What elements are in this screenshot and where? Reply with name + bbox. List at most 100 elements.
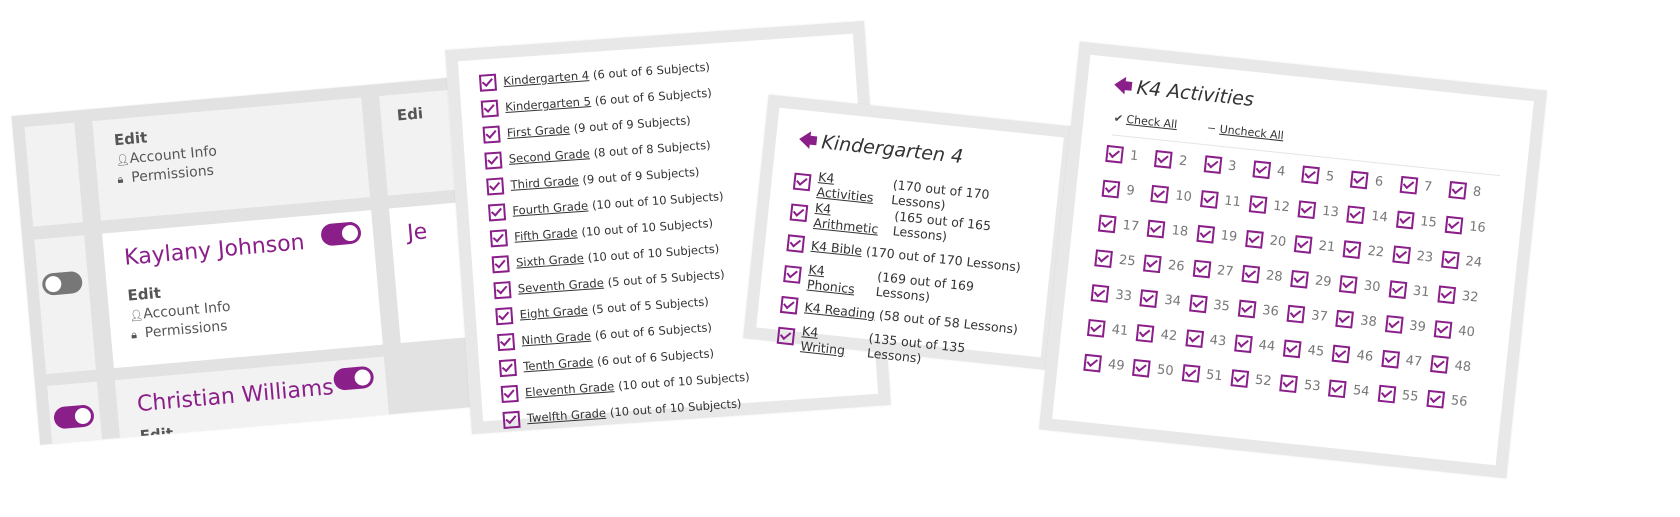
lesson-checkbox[interactable]	[1429, 355, 1449, 374]
checkbox[interactable]	[776, 326, 796, 346]
lesson-checkbox[interactable]	[1244, 229, 1264, 249]
user-name[interactable]: Kaylany Johnson	[123, 226, 354, 271]
lesson-checkbox[interactable]	[1286, 304, 1306, 324]
lesson-checkbox[interactable]	[1388, 280, 1407, 299]
lesson-checkbox[interactable]	[1395, 210, 1415, 230]
checkbox[interactable]	[489, 228, 508, 247]
back-arrow-icon[interactable]: 🡄	[1112, 74, 1134, 98]
lesson-checkbox[interactable]	[1132, 358, 1151, 378]
item-link[interactable]: K4 Bible	[810, 238, 863, 258]
checkbox[interactable]	[500, 384, 519, 403]
item-link[interactable]: Sixth Grade	[516, 251, 585, 270]
lesson-checkbox[interactable]	[1448, 180, 1467, 200]
checkbox[interactable]	[502, 410, 521, 429]
back-arrow-icon[interactable]: 🡄	[797, 129, 819, 153]
lesson-checkbox[interactable]	[1184, 329, 1204, 348]
item-link[interactable]: Twelfth Grade	[526, 406, 606, 425]
lesson-checkbox[interactable]	[1090, 284, 1110, 303]
item-link[interactable]: Fifth Grade	[514, 225, 578, 243]
checkbox[interactable]	[480, 99, 499, 118]
lesson-checkbox[interactable]	[1384, 315, 1404, 334]
item-link[interactable]: Tenth Grade	[523, 355, 594, 374]
lesson-checkbox[interactable]	[1391, 245, 1411, 265]
item-link[interactable]: K4 Writing	[800, 323, 866, 359]
checkbox[interactable]	[491, 254, 510, 273]
lesson-checkbox[interactable]	[1444, 215, 1464, 235]
lesson-checkbox[interactable]	[1230, 369, 1249, 388]
lesson-checkbox[interactable]	[1297, 200, 1317, 220]
lesson-checkbox[interactable]	[1139, 289, 1159, 308]
lesson-checkbox[interactable]	[1143, 254, 1162, 274]
lesson-checkbox[interactable]	[1241, 264, 1260, 284]
uncheck-all-button[interactable]: − Uncheck All	[1206, 121, 1284, 142]
checkbox[interactable]	[486, 176, 505, 196]
checkbox[interactable]	[478, 73, 497, 92]
lesson-checkbox[interactable]	[1094, 249, 1113, 269]
lesson-checkbox[interactable]	[1399, 175, 1418, 195]
lesson-checkbox[interactable]	[1350, 170, 1369, 190]
checkbox[interactable]	[487, 202, 507, 221]
lesson-checkbox[interactable]	[1154, 150, 1173, 169]
lesson-checkbox[interactable]	[1146, 219, 1166, 239]
lesson-checkbox[interactable]	[1346, 205, 1366, 225]
checkbox[interactable]	[779, 295, 799, 315]
lesson-checkbox[interactable]	[1135, 324, 1155, 343]
lesson-checkbox[interactable]	[1181, 364, 1200, 383]
lesson-checkbox[interactable]	[1192, 259, 1211, 279]
lesson-checkbox[interactable]	[1433, 320, 1453, 339]
checkbox[interactable]	[493, 280, 512, 299]
lesson-checkbox[interactable]	[1101, 179, 1121, 199]
lesson-checkbox[interactable]	[1380, 349, 1400, 369]
lesson-checkbox[interactable]	[1195, 224, 1215, 244]
lesson-checkbox[interactable]	[1097, 214, 1117, 234]
item-link[interactable]: Eleventh Grade	[525, 379, 615, 399]
checkbox[interactable]	[496, 332, 516, 351]
item-link[interactable]: Second Grade	[508, 146, 590, 166]
lesson-checkbox[interactable]	[1339, 275, 1358, 294]
lesson-checkbox[interactable]	[1282, 339, 1302, 359]
lesson-checkbox[interactable]	[1437, 285, 1456, 305]
lesson-checkbox[interactable]	[1290, 269, 1309, 289]
lesson-checkbox[interactable]	[1150, 184, 1170, 204]
lesson-checkbox[interactable]	[1440, 250, 1460, 270]
lesson-checkbox[interactable]	[1377, 384, 1396, 404]
checkbox[interactable]	[783, 265, 802, 284]
lesson-checkbox[interactable]	[1203, 155, 1222, 174]
lesson-checkbox[interactable]	[1233, 334, 1253, 354]
user-active-toggle[interactable]	[320, 221, 362, 247]
checkbox[interactable]	[786, 234, 806, 253]
lesson-checkbox[interactable]	[1279, 374, 1298, 394]
checkbox[interactable]	[482, 125, 501, 144]
lesson-checkbox[interactable]	[1237, 299, 1257, 319]
item-link[interactable]: Ninth Grade	[521, 329, 591, 348]
lesson-checkbox[interactable]	[1342, 240, 1362, 259]
checkbox[interactable]	[495, 306, 514, 325]
item-link[interactable]: Fourth Grade	[512, 199, 589, 218]
checkbox[interactable]	[484, 150, 503, 170]
user-active-toggle[interactable]	[332, 365, 375, 391]
lesson-checkbox[interactable]	[1293, 235, 1313, 254]
checkbox[interactable]	[789, 203, 809, 223]
item-link[interactable]: Kindergarten 5	[505, 94, 592, 114]
user-toggle[interactable]	[53, 404, 95, 430]
check-all-button[interactable]: ✔ Check All	[1113, 112, 1178, 132]
user-toggle[interactable]	[41, 270, 84, 297]
lesson-checkbox[interactable]	[1335, 309, 1355, 329]
item-link[interactable]: Kindergarten 4	[503, 68, 590, 88]
item-link[interactable]: Seventh Grade	[517, 276, 604, 296]
lesson-checkbox[interactable]	[1426, 389, 1445, 409]
lesson-checkbox[interactable]	[1105, 144, 1124, 164]
lesson-checkbox[interactable]	[1301, 165, 1320, 185]
lesson-checkbox[interactable]	[1331, 344, 1351, 364]
lesson-checkbox[interactable]	[1328, 379, 1347, 399]
item-link[interactable]: Third Grade	[510, 173, 579, 192]
item-link[interactable]: First Grade	[507, 122, 571, 140]
lesson-checkbox[interactable]	[1188, 294, 1208, 314]
checkbox[interactable]	[792, 172, 812, 192]
item-link[interactable]: Eight Grade	[519, 303, 588, 322]
lesson-checkbox[interactable]	[1252, 160, 1271, 180]
item-link[interactable]: K4 Reading	[804, 299, 876, 321]
checkbox[interactable]	[498, 358, 517, 377]
lesson-checkbox[interactable]	[1083, 353, 1102, 373]
lesson-checkbox[interactable]	[1248, 195, 1268, 214]
